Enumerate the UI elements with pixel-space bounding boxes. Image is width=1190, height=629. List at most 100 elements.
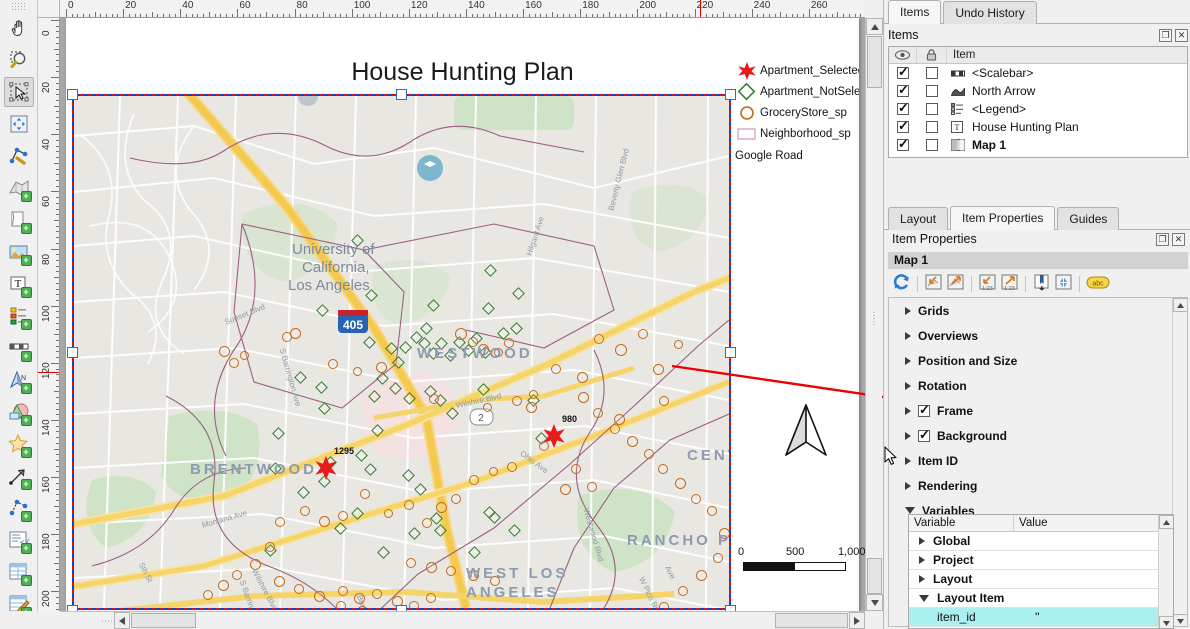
add-shape-tool[interactable]: + (4, 205, 34, 235)
add-scalebar-tool[interactable]: + (4, 333, 34, 363)
section-expand-arrow-icon[interactable] (905, 481, 911, 490)
select-move-item-tool[interactable] (3, 77, 34, 107)
layout-page[interactable]: House Hunting Plan 405 2 1295 980 Univer… (66, 18, 865, 611)
add-html-tool[interactable]: </> + (4, 525, 34, 555)
map-item[interactable]: 405 10 10 2 (74, 96, 729, 608)
item-label-cell[interactable]: Map 1 (947, 138, 1187, 152)
items-tree[interactable]: Item <Scalebar> North Arrow <Legend> T House… (888, 46, 1188, 158)
variable-row[interactable]: Layout Item (909, 589, 1173, 608)
horizontal-scroll-thumb[interactable] (131, 613, 196, 628)
set-map-scale-to-canvas-icon[interactable]: 1:23 (978, 273, 997, 295)
visibility-cell[interactable] (889, 137, 917, 151)
property-section-position-and-size[interactable]: Position and Size (889, 348, 1187, 373)
visibility-cell[interactable] (889, 101, 917, 115)
bookmark-icon[interactable] (1032, 273, 1051, 295)
visibility-cell[interactable] (889, 65, 917, 79)
visibility-cell[interactable] (889, 83, 917, 97)
vertical-scroll-thumb[interactable] (867, 36, 882, 88)
add-map-tool[interactable]: + (4, 173, 34, 203)
add-legend-tool[interactable]: + (4, 301, 34, 331)
item-label-cell[interactable]: <Legend> (947, 102, 1187, 116)
property-section-overviews[interactable]: Overviews (889, 323, 1187, 348)
item-label-cell[interactable]: <Scalebar> (947, 66, 1187, 80)
section-expand-arrow-icon[interactable] (905, 406, 911, 415)
add-star-shape-tool[interactable]: + (4, 429, 34, 459)
properties-scroll-down-button[interactable] (1173, 614, 1187, 626)
lock-cell[interactable] (917, 139, 947, 151)
canvas-horizontal-scrollbar[interactable] (60, 611, 865, 629)
items-row[interactable]: North Arrow (889, 82, 1187, 100)
visibility-checkbox[interactable] (897, 119, 909, 133)
items-panel-close-button[interactable]: ✕ (1175, 29, 1188, 42)
visibility-checkbox[interactable] (897, 65, 909, 79)
set-map-extent-to-canvas-icon[interactable] (924, 273, 943, 295)
item-properties-float-button[interactable]: ❐ (1156, 233, 1169, 246)
variables-scroll-up-button[interactable] (1159, 515, 1173, 529)
legend-item[interactable]: Apartment_Selected Apartment_NotSelected G… (734, 60, 859, 162)
scroll-right-button[interactable] (849, 612, 865, 629)
visibility-checkbox[interactable] (897, 101, 909, 115)
labeling-icon[interactable]: abc (1086, 275, 1110, 293)
tab-undo-history[interactable]: Undo History (943, 1, 1037, 24)
variables-scroll-down-button[interactable] (1159, 616, 1173, 628)
scroll-left-button[interactable] (114, 612, 130, 629)
variable-expand-arrow-icon[interactable] (919, 556, 925, 564)
item-properties-close-button[interactable]: ✕ (1172, 233, 1185, 246)
scroll-up-button[interactable] (866, 18, 883, 35)
vertical-ruler[interactable]: 0 20 40 60 80 100 120 140 160 180 200 (38, 18, 60, 611)
add-table-tool[interactable]: + (4, 557, 34, 587)
property-section-rotation[interactable]: Rotation (889, 373, 1187, 398)
lock-checkbox[interactable] (926, 121, 938, 133)
set-canvas-scale-to-map-icon[interactable]: 1:23 (1000, 273, 1019, 295)
section-expand-arrow-icon[interactable] (905, 381, 911, 390)
add-arrow-tool[interactable]: + (4, 461, 34, 491)
toolbar-drag-handle[interactable] (10, 2, 27, 10)
property-section-background[interactable]: Background (889, 423, 1187, 448)
horizontal-scroll-track-right[interactable] (775, 613, 848, 628)
tab-guides[interactable]: Guides (1057, 207, 1120, 230)
items-panel-float-button[interactable]: ❐ (1159, 29, 1172, 42)
items-row[interactable]: Map 1 (889, 136, 1187, 154)
property-section-frame[interactable]: Frame (889, 398, 1187, 423)
section-expand-arrow-icon[interactable] (905, 507, 915, 514)
variables-table[interactable]: Variable Value Global Project Layout Layout… (908, 514, 1174, 629)
add-node-item-tool[interactable]: + (4, 493, 34, 523)
move-item-content-tool[interactable] (4, 109, 34, 139)
set-canvas-extent-to-map-icon[interactable] (946, 273, 965, 295)
visibility-checkbox[interactable] (897, 137, 909, 151)
visibility-checkbox[interactable] (897, 83, 909, 97)
variable-expand-arrow-icon[interactable] (919, 594, 929, 602)
lock-checkbox[interactable] (926, 103, 938, 115)
section-enable-checkbox[interactable] (918, 428, 930, 442)
section-expand-arrow-icon[interactable] (905, 456, 911, 465)
add-north-arrow-tool[interactable]: N + (4, 365, 34, 395)
lock-cell[interactable] (917, 121, 947, 133)
property-section-rendering[interactable]: Rendering (889, 473, 1187, 498)
lock-checkbox[interactable] (926, 85, 938, 97)
interactive-edit-icon[interactable] (1054, 273, 1073, 295)
refresh-map-icon[interactable] (892, 273, 911, 295)
item-label-cell[interactable]: T House Hunting Plan (947, 120, 1187, 134)
items-row[interactable]: <Scalebar> (889, 64, 1187, 82)
property-section-item-id[interactable]: Item ID (889, 448, 1187, 473)
scalebar-item[interactable]: 05001,000m (738, 546, 865, 571)
tab-layout[interactable]: Layout (888, 207, 949, 230)
section-expand-arrow-icon[interactable] (905, 356, 911, 365)
variable-expand-arrow-icon[interactable] (919, 575, 925, 583)
variable-expand-arrow-icon[interactable] (919, 537, 925, 545)
zoom-tool[interactable] (4, 45, 34, 75)
variable-row[interactable]: Global (909, 532, 1173, 551)
lock-checkbox[interactable] (926, 67, 938, 79)
north-arrow-item[interactable] (781, 403, 831, 462)
item-label-cell[interactable]: North Arrow (947, 84, 1187, 98)
items-row[interactable]: T House Hunting Plan (889, 118, 1187, 136)
lock-cell[interactable] (917, 85, 947, 97)
scroll-down-button[interactable] (866, 594, 883, 611)
lock-checkbox[interactable] (926, 139, 938, 151)
variable-row[interactable]: item_id '' (909, 608, 1173, 627)
items-row[interactable]: <Legend> (889, 100, 1187, 118)
canvas-vertical-scrollbar[interactable] (865, 18, 883, 611)
section-enable-checkbox[interactable] (918, 403, 930, 417)
visibility-cell[interactable] (889, 119, 917, 133)
pan-layout-tool[interactable] (4, 13, 34, 43)
